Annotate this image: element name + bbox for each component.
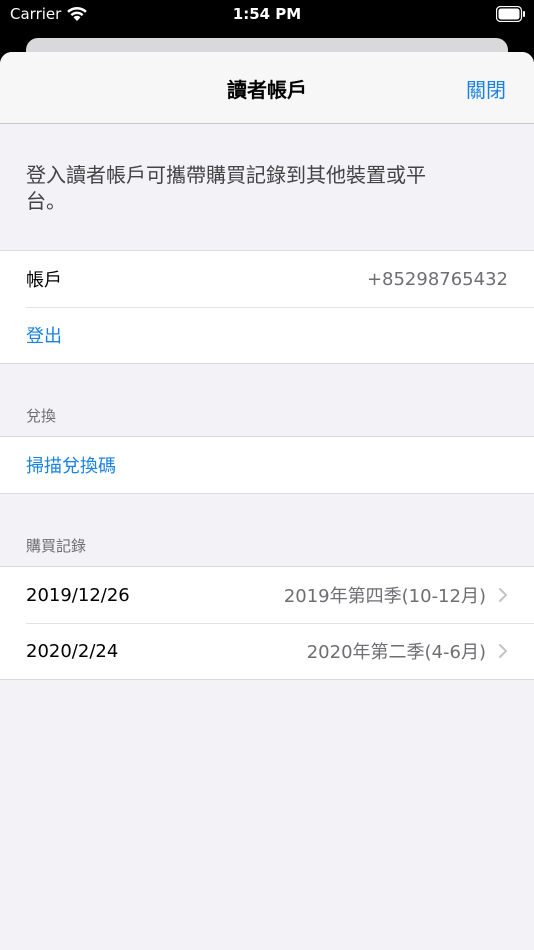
logout-button[interactable]: 登出 [26, 322, 62, 348]
redeem-group: 掃描兌換碼 [0, 436, 534, 494]
account-label: 帳戶 [26, 270, 62, 291]
account-value: +85298765432 [366, 268, 508, 290]
purchase-row[interactable]: 2019/12/26 2019年第四季(10-12月) [0, 567, 534, 623]
purchase-title: 2019年第四季(10-12月) [283, 586, 486, 607]
redeem-section-header: 兌換 [0, 364, 534, 436]
scan-code-row[interactable]: 掃描兌換碼 [0, 437, 534, 493]
purchases-header-label: 購買記錄 [26, 537, 87, 555]
chevron-right-icon [499, 588, 507, 602]
status-bar: Carrier 1:54 PM [0, 0, 534, 30]
purchase-date: 2019/12/26 [26, 584, 130, 606]
purchase-row[interactable]: 2020/2/24 2020年第二季(4-6月) [0, 623, 534, 679]
navigation-bar: 讀者帳戶 關閉 [0, 52, 534, 124]
reader-account-sheet: 讀者帳戶 關閉 登入讀者帳戶可攜帶購買記錄到其他裝置或平台。 帳戶 +85298… [0, 52, 534, 950]
logout-row[interactable]: 登出 [0, 307, 534, 363]
purchases-section-header: 購買記錄 [0, 494, 534, 566]
scan-code-button[interactable]: 掃描兌換碼 [26, 452, 116, 478]
account-group: 帳戶 +85298765432 登出 [0, 250, 534, 364]
purchases-group: 2019/12/26 2019年第四季(10-12月) 2020/2/24 20… [0, 566, 534, 680]
page-title: 讀者帳戶 [227, 78, 307, 102]
purchase-title: 2020年第二季(4-6月) [306, 642, 486, 663]
account-description: 登入讀者帳戶可攜帶購買記錄到其他裝置或平台。 [26, 163, 426, 213]
status-time: 1:54 PM [232, 5, 302, 23]
redeem-header-label: 兌換 [26, 407, 57, 425]
battery-icon [496, 6, 525, 22]
purchase-date: 2020/2/24 [26, 640, 119, 662]
chevron-right-icon [499, 644, 507, 658]
close-button[interactable]: 關閉 [466, 74, 506, 103]
account-row: 帳戶 +85298765432 [0, 251, 534, 307]
